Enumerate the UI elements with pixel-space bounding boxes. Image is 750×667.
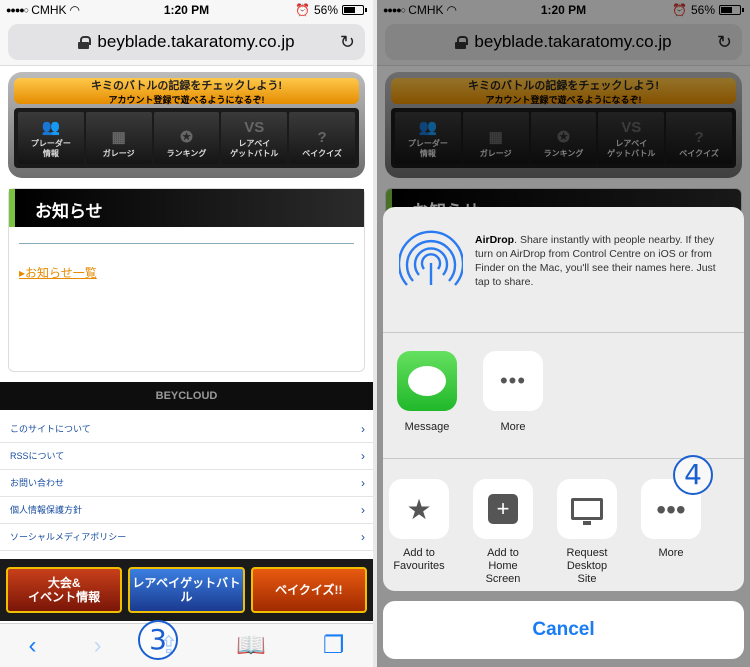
ranking-icon: ✪ [180, 129, 193, 146]
banner-tiles: 👥 プレーダー 情報 ▦ ガレージ ✪ ランキング VS レアベイ ゲットバトル ? ベイ… [14, 108, 359, 168]
airdrop-title: AirDrop [475, 234, 515, 246]
star-icon: ★ [389, 479, 449, 539]
divider [19, 243, 354, 244]
reload-icon[interactable]: ↻ [340, 32, 355, 53]
bookmarks-icon[interactable]: 📖 [236, 631, 266, 660]
safari-toolbar: ‹ › ⇪ 📖 ❐ [0, 623, 373, 667]
status-bar: ●●●●○ CMHK ◠ 1:20 PM ⏰ 56% [0, 0, 373, 20]
game-banners: 大会& イベント情報 レアベイゲットバトル ベイクイズ!! [0, 559, 373, 621]
cancel-button[interactable]: Cancel [383, 601, 744, 659]
action-request-desktop-site[interactable]: Request Desktop Site [557, 479, 617, 586]
chevron-right-icon: › [361, 422, 365, 436]
step-marker-4: 4 [673, 455, 713, 495]
beycloud-logo: BEYCLOUD [155, 390, 218, 402]
garage-icon: ▦ [111, 129, 126, 146]
tile-players[interactable]: 👥 プレーダー 情報 [18, 112, 84, 164]
action-more[interactable]: ••• More [641, 479, 701, 586]
message-icon [397, 351, 457, 411]
chevron-right-icon: › [361, 449, 365, 463]
forward-icon[interactable]: › [94, 632, 102, 660]
step-marker-3: 3 [138, 620, 178, 660]
plus-square-icon: + [473, 479, 533, 539]
battery-icon [342, 5, 364, 15]
footer-link-rss[interactable]: RSSについて › [0, 443, 373, 470]
chevron-right-icon: › [361, 476, 365, 490]
more-icon: ••• [483, 351, 543, 411]
footer-link-social[interactable]: ソーシャルメディアポリシー › [0, 524, 373, 551]
share-sheet: AirDrop. Share instantly with people nea… [383, 207, 744, 591]
address-bar[interactable]: beyblade.takaratomy.co.jp ↻ [8, 24, 365, 60]
battle-record-banner[interactable]: キミのバトルの記録をチェックしよう! アカウント登録で遊べるようになるぞ! 👥 プ… [8, 72, 365, 178]
players-icon: 👥 [41, 119, 61, 136]
quiz-banner[interactable]: ベイクイズ!! [250, 567, 367, 613]
phone-screen-left: ●●●●○ CMHK ◠ 1:20 PM ⏰ 56% beyblade.takarat… [0, 0, 373, 667]
tile-ranking[interactable]: ✪ ランキング [153, 112, 220, 164]
footer-link-about[interactable]: このサイトについて › [0, 416, 373, 443]
banner-subtitle: アカウント登録で遊べるようになるぞ! [108, 95, 265, 105]
event-banner[interactable]: 大会& イベント情報 [6, 567, 123, 613]
footer-links: このサイトについて › RSSについて › お問い合わせ › 個人情報保護方針 › ソー… [0, 416, 373, 551]
tabs-icon[interactable]: ❐ [323, 631, 345, 660]
battery-percent: 56% [313, 3, 338, 17]
vs-icon: VS [244, 119, 265, 136]
share-app-more[interactable]: ••• More [483, 351, 543, 458]
share-apps-row: Message ••• More [383, 333, 744, 459]
chevron-right-icon: › [361, 530, 365, 544]
back-icon[interactable]: ‹ [29, 632, 37, 660]
footer-brand: BEYCLOUD [0, 382, 373, 410]
footer-link-privacy[interactable]: 個人情報保護方針 › [0, 497, 373, 524]
news-heading: お知らせ [9, 189, 364, 227]
tile-quiz[interactable]: ? ベイクイズ [289, 112, 355, 164]
airdrop-icon [399, 230, 463, 286]
url-text: beyblade.takaratomy.co.jp [97, 32, 295, 51]
banner-title: キミのバトルの記録をチェックしよう! [91, 80, 282, 92]
chevron-right-icon: › [361, 503, 365, 517]
desktop-icon [557, 479, 617, 539]
action-add-to-favourites[interactable]: ★ Add to Favourites [389, 479, 449, 586]
web-content: キミのバトルの記録をチェックしよう! アカウント登録で遊べるようになるぞ! 👥 プ… [0, 66, 373, 667]
alarm-icon: ⏰ [295, 3, 310, 17]
rare-bey-banner[interactable]: レアベイゲットバトル [128, 567, 245, 613]
news-list-link[interactable]: ▸お知らせ一覧 [19, 264, 354, 281]
footer-link-contact[interactable]: お問い合わせ › [0, 470, 373, 497]
airdrop-section[interactable]: AirDrop. Share instantly with people nea… [383, 207, 744, 333]
action-add-to-home-screen[interactable]: + Add to Home Screen [473, 479, 533, 586]
tile-garage[interactable]: ▦ ガレージ [85, 112, 152, 164]
lock-icon [78, 35, 92, 49]
phone-screen-right: ●●●●○ CMHK ◠ 1:20 PM ⏰ 56% beyblade.takarat… [377, 0, 750, 667]
question-icon: ? [317, 129, 327, 146]
news-panel: お知らせ ▸お知らせ一覧 [8, 188, 365, 372]
tile-rare-bey[interactable]: VS レアベイ ゲットバトル [221, 112, 288, 164]
share-app-message[interactable]: Message [397, 351, 457, 458]
